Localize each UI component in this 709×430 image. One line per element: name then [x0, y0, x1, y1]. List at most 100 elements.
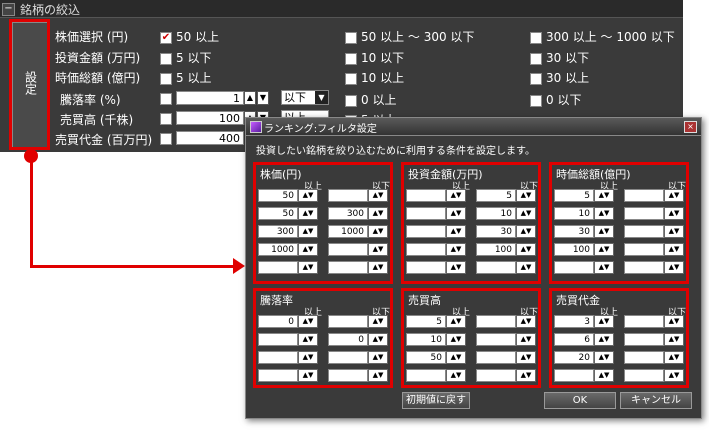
above-value-input[interactable]	[258, 261, 298, 274]
spin-icon[interactable]: ▲▼	[594, 225, 614, 238]
below-value-input[interactable]	[624, 333, 664, 346]
below-value-input[interactable]	[624, 351, 664, 364]
spin-icon[interactable]: ▲▼	[446, 351, 466, 364]
spin-icon[interactable]: ▲▼	[446, 333, 466, 346]
spin-icon[interactable]: ▲▼	[446, 207, 466, 220]
spin-icon[interactable]: ▲▼	[594, 207, 614, 220]
cancel-button[interactable]: キャンセル	[620, 392, 692, 409]
checkbox-icon[interactable]	[160, 93, 172, 105]
below-value-input[interactable]	[328, 261, 368, 274]
ok-button[interactable]: OK	[544, 392, 616, 409]
checkbox-icon[interactable]	[530, 52, 542, 65]
option-invest-10[interactable]: 10 以下	[345, 49, 404, 66]
below-value-input[interactable]	[328, 315, 368, 328]
spin-icon[interactable]: ▲▼	[368, 189, 388, 202]
below-value-input[interactable]: 5	[476, 189, 516, 202]
below-value-input[interactable]	[476, 261, 516, 274]
change-rate-input[interactable]: 1	[176, 91, 244, 105]
checkbox-icon[interactable]	[160, 52, 172, 65]
spin-icon[interactable]: ▲▼	[594, 261, 614, 274]
spin-icon[interactable]: ▲▼	[446, 369, 466, 382]
option-invest-30[interactable]: 30 以下	[530, 49, 589, 66]
option-price-50-300[interactable]: 50 以上 〜 300 以下	[345, 28, 474, 45]
spin-icon[interactable]: ▲▼	[446, 315, 466, 328]
above-value-input[interactable]	[258, 333, 298, 346]
trading-value-input[interactable]: 400	[176, 131, 244, 145]
spin-icon[interactable]: ▲▼	[368, 369, 388, 382]
checkbox-icon[interactable]	[345, 31, 357, 44]
below-value-input[interactable]	[328, 351, 368, 364]
below-value-input[interactable]	[328, 189, 368, 202]
above-value-input[interactable]: 5	[554, 189, 594, 202]
spin-icon[interactable]: ▲▼	[368, 315, 388, 328]
spin-icon[interactable]: ▲▼	[298, 351, 318, 364]
below-value-input[interactable]	[624, 225, 664, 238]
above-value-input[interactable]	[406, 225, 446, 238]
checkbox-icon[interactable]	[345, 52, 357, 65]
option-change-0-above[interactable]: 0 以上	[345, 91, 396, 108]
above-value-input[interactable]: 20	[554, 351, 594, 364]
spin-icon[interactable]: ▲▼	[298, 225, 318, 238]
spin-icon[interactable]: ▲▼	[594, 333, 614, 346]
option-price-300-1000[interactable]: 300 以上 〜 1000 以下	[530, 28, 675, 45]
spin-icon[interactable]: ▲▼	[594, 369, 614, 382]
spin-icon[interactable]: ▲▼	[664, 243, 684, 256]
below-value-input[interactable]	[624, 243, 664, 256]
above-value-input[interactable]: 100	[554, 243, 594, 256]
spin-icon[interactable]: ▲▼	[298, 261, 318, 274]
above-value-input[interactable]: 1000	[258, 243, 298, 256]
above-value-input[interactable]	[554, 261, 594, 274]
above-value-input[interactable]	[406, 243, 446, 256]
option-change-0-below[interactable]: 0 以下	[530, 91, 581, 108]
spin-icon[interactable]: ▲▼	[594, 243, 614, 256]
spin-icon[interactable]: ▲▼	[368, 207, 388, 220]
spin-icon[interactable]: ▲▼	[664, 369, 684, 382]
spin-icon[interactable]: ▲▼	[368, 261, 388, 274]
above-value-input[interactable]: 10	[554, 207, 594, 220]
spin-down-icon[interactable]: ▼	[257, 91, 269, 105]
below-value-input[interactable]: 0	[328, 333, 368, 346]
above-value-input[interactable]	[406, 261, 446, 274]
below-value-input[interactable]: 300	[328, 207, 368, 220]
spin-icon[interactable]: ▲▼	[594, 315, 614, 328]
checkbox-icon[interactable]	[345, 94, 357, 107]
close-button[interactable]: ×	[684, 121, 697, 133]
spin-icon[interactable]: ▲▼	[516, 261, 536, 274]
volume-input[interactable]: 100	[176, 111, 244, 125]
spin-icon[interactable]: ▲▼	[594, 189, 614, 202]
above-value-input[interactable]	[258, 351, 298, 364]
spin-icon[interactable]: ▲▼	[368, 351, 388, 364]
spin-icon[interactable]: ▲▼	[664, 333, 684, 346]
above-value-input[interactable]: 50	[406, 351, 446, 364]
spin-icon[interactable]: ▲▼	[664, 261, 684, 274]
option-cap-30[interactable]: 30 以上	[530, 69, 589, 86]
above-value-input[interactable]: 50	[258, 207, 298, 220]
below-value-input[interactable]	[476, 351, 516, 364]
spin-icon[interactable]: ▲▼	[664, 207, 684, 220]
checkbox-icon[interactable]	[160, 72, 172, 85]
spin-icon[interactable]: ▲▼	[516, 207, 536, 220]
below-value-input[interactable]	[624, 369, 664, 382]
below-value-input[interactable]	[476, 333, 516, 346]
spin-icon[interactable]: ▲▼	[516, 369, 536, 382]
above-value-input[interactable]: 50	[258, 189, 298, 202]
below-value-input[interactable]: 10	[476, 207, 516, 220]
spin-icon[interactable]: ▲▼	[368, 243, 388, 256]
spin-icon[interactable]: ▲▼	[446, 225, 466, 238]
collapse-button[interactable]: −	[2, 3, 15, 16]
below-value-input[interactable]: 30	[476, 225, 516, 238]
above-value-input[interactable]	[258, 369, 298, 382]
dialog-titlebar[interactable]: ランキング:フィルタ設定 ×	[246, 118, 701, 136]
above-value-input[interactable]: 30	[554, 225, 594, 238]
spin-icon[interactable]: ▲▼	[298, 189, 318, 202]
checkbox-icon[interactable]	[345, 72, 357, 85]
above-value-input[interactable]	[406, 369, 446, 382]
change-rate-dropdown[interactable]: 以下 ▼	[281, 90, 329, 105]
option-cap-5[interactable]: 5 以上	[160, 69, 211, 86]
below-value-input[interactable]	[624, 189, 664, 202]
above-value-input[interactable]: 0	[258, 315, 298, 328]
below-value-input[interactable]	[476, 315, 516, 328]
above-value-input[interactable]: 3	[554, 315, 594, 328]
checkbox-icon[interactable]	[530, 31, 542, 44]
above-value-input[interactable]: 6	[554, 333, 594, 346]
